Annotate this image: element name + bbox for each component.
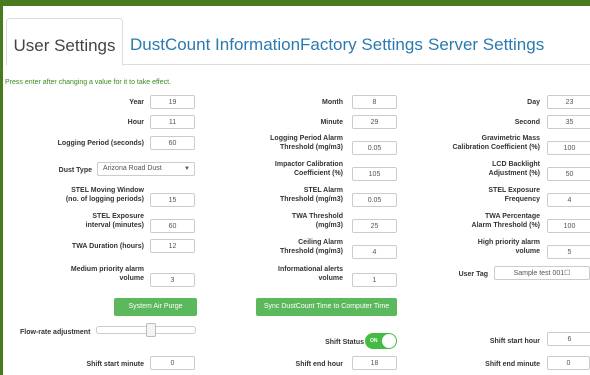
year-label: Year bbox=[129, 99, 144, 106]
shift-status-label: Shift Status bbox=[325, 339, 364, 346]
twa-threshold-input[interactable]: 25 bbox=[352, 219, 397, 233]
user-tag-input[interactable]: Sample test 001☐ bbox=[494, 266, 590, 280]
minute-input[interactable]: 29 bbox=[352, 115, 397, 129]
minute-label: Minute bbox=[320, 119, 343, 126]
stel-frequency-input[interactable]: 4 bbox=[547, 193, 590, 207]
lcd-backlight-input[interactable]: 50 bbox=[547, 167, 590, 181]
flow-rate-slider-handle[interactable] bbox=[145, 323, 156, 337]
toggle-knob bbox=[382, 334, 396, 348]
shift-end-minute-label: Shift end minute bbox=[485, 361, 540, 368]
year-input[interactable]: 19 bbox=[150, 95, 195, 109]
impactor-input[interactable]: 105 bbox=[352, 167, 397, 181]
second-input[interactable]: 35 bbox=[547, 115, 590, 129]
stel-frequency-label: STEL Exposure Frequency bbox=[488, 187, 540, 203]
shift-status-toggle[interactable]: ON bbox=[365, 333, 397, 349]
twa-threshold-label: TWA Threshold (mg/m3) bbox=[291, 213, 343, 229]
day-label: Day bbox=[527, 99, 540, 106]
logging-period-input[interactable]: 60 bbox=[150, 136, 195, 150]
tab-user-settings[interactable]: User Settings bbox=[6, 18, 123, 66]
stel-window-input[interactable]: 15 bbox=[150, 193, 195, 207]
flow-rate-label: Flow-rate adjustment bbox=[20, 329, 91, 336]
shift-start-hour-label: Shift start hour bbox=[489, 338, 540, 345]
info-alerts-input[interactable]: 1 bbox=[352, 273, 397, 287]
stel-interval-label: STEL Exposure interval (minutes) bbox=[85, 213, 144, 229]
twa-percentage-input[interactable]: 100 bbox=[547, 219, 590, 233]
tab-factory-settings[interactable]: Factory Settings bbox=[300, 18, 423, 64]
tab-dustcount-information[interactable]: DustCount Information bbox=[130, 18, 300, 64]
shift-end-minute-input[interactable]: 0 bbox=[547, 356, 590, 370]
dust-type-select[interactable]: Arizona Road Dust ▼ bbox=[97, 162, 195, 176]
stel-interval-input[interactable]: 60 bbox=[150, 219, 195, 233]
high-alarm-input[interactable]: 5 bbox=[547, 245, 590, 259]
hour-input[interactable]: 11 bbox=[150, 115, 195, 129]
medium-alarm-label: Medium priority alarm volume bbox=[70, 266, 144, 282]
day-input[interactable]: 23 bbox=[547, 95, 590, 109]
stel-window-label: STEL Moving Window (no. of logging period… bbox=[65, 187, 144, 203]
impactor-label: Impactor Calibration Coefficient (%) bbox=[274, 161, 343, 177]
info-alerts-label: Informational alerts volume bbox=[278, 266, 343, 282]
twa-duration-input[interactable]: 12 bbox=[150, 239, 195, 253]
shift-end-hour-label: Shift end hour bbox=[295, 361, 343, 368]
ceiling-alarm-label: Ceiling Alarm Threshold (mg/m3) bbox=[279, 239, 343, 255]
medium-alarm-input[interactable]: 3 bbox=[150, 273, 195, 287]
stel-alarm-label: STEL Alarm Threshold (mg/m3) bbox=[279, 187, 343, 203]
hour-label: Hour bbox=[127, 119, 144, 126]
twa-percentage-label: TWA Percentage Alarm Threshold (%) bbox=[471, 213, 540, 229]
caret-down-icon: ▼ bbox=[184, 166, 190, 172]
logging-alarm-label: Logging Period Alarm Threshold (mg/m3) bbox=[270, 135, 343, 151]
grav-mass-input[interactable]: 100 bbox=[547, 141, 590, 155]
toggle-state-text: ON bbox=[370, 338, 378, 344]
top-accent-bar bbox=[0, 0, 590, 6]
high-alarm-label: High priority alarm volume bbox=[477, 239, 540, 255]
logging-alarm-input[interactable]: 0.05 bbox=[352, 141, 397, 155]
second-label: Second bbox=[514, 119, 540, 126]
logging-period-label: Logging Period (seconds) bbox=[57, 140, 144, 147]
dust-type-label: Dust Type bbox=[58, 167, 92, 174]
month-label: Month bbox=[322, 99, 343, 106]
left-accent-bar bbox=[0, 0, 3, 375]
grav-mass-label: Gravimetric Mass Calibration Coefficient … bbox=[452, 135, 540, 151]
tab-server-settings[interactable]: Server Settings bbox=[428, 18, 544, 64]
user-tag-label: User Tag bbox=[458, 271, 488, 278]
sync-time-button[interactable]: Sync DustCount Time to Computer Time bbox=[256, 298, 397, 316]
month-input[interactable]: 8 bbox=[352, 95, 397, 109]
shift-start-minute-label: Shift start minute bbox=[86, 361, 144, 368]
stel-alarm-input[interactable]: 0.05 bbox=[352, 193, 397, 207]
shift-start-minute-input[interactable]: 0 bbox=[150, 356, 195, 370]
notice-text: Press enter after changing a value for i… bbox=[5, 79, 172, 86]
system-air-purge-button[interactable]: System Air Purge bbox=[114, 298, 197, 316]
ceiling-alarm-input[interactable]: 4 bbox=[352, 245, 397, 259]
twa-duration-label: TWA Duration (hours) bbox=[71, 243, 144, 250]
settings-tabs: User Settings DustCount Information Fact… bbox=[6, 18, 590, 66]
lcd-backlight-label: LCD Backlight Adjustment (%) bbox=[488, 161, 540, 177]
shift-end-hour-input[interactable]: 18 bbox=[352, 356, 397, 370]
shift-start-hour-input[interactable]: 6 bbox=[547, 332, 590, 346]
